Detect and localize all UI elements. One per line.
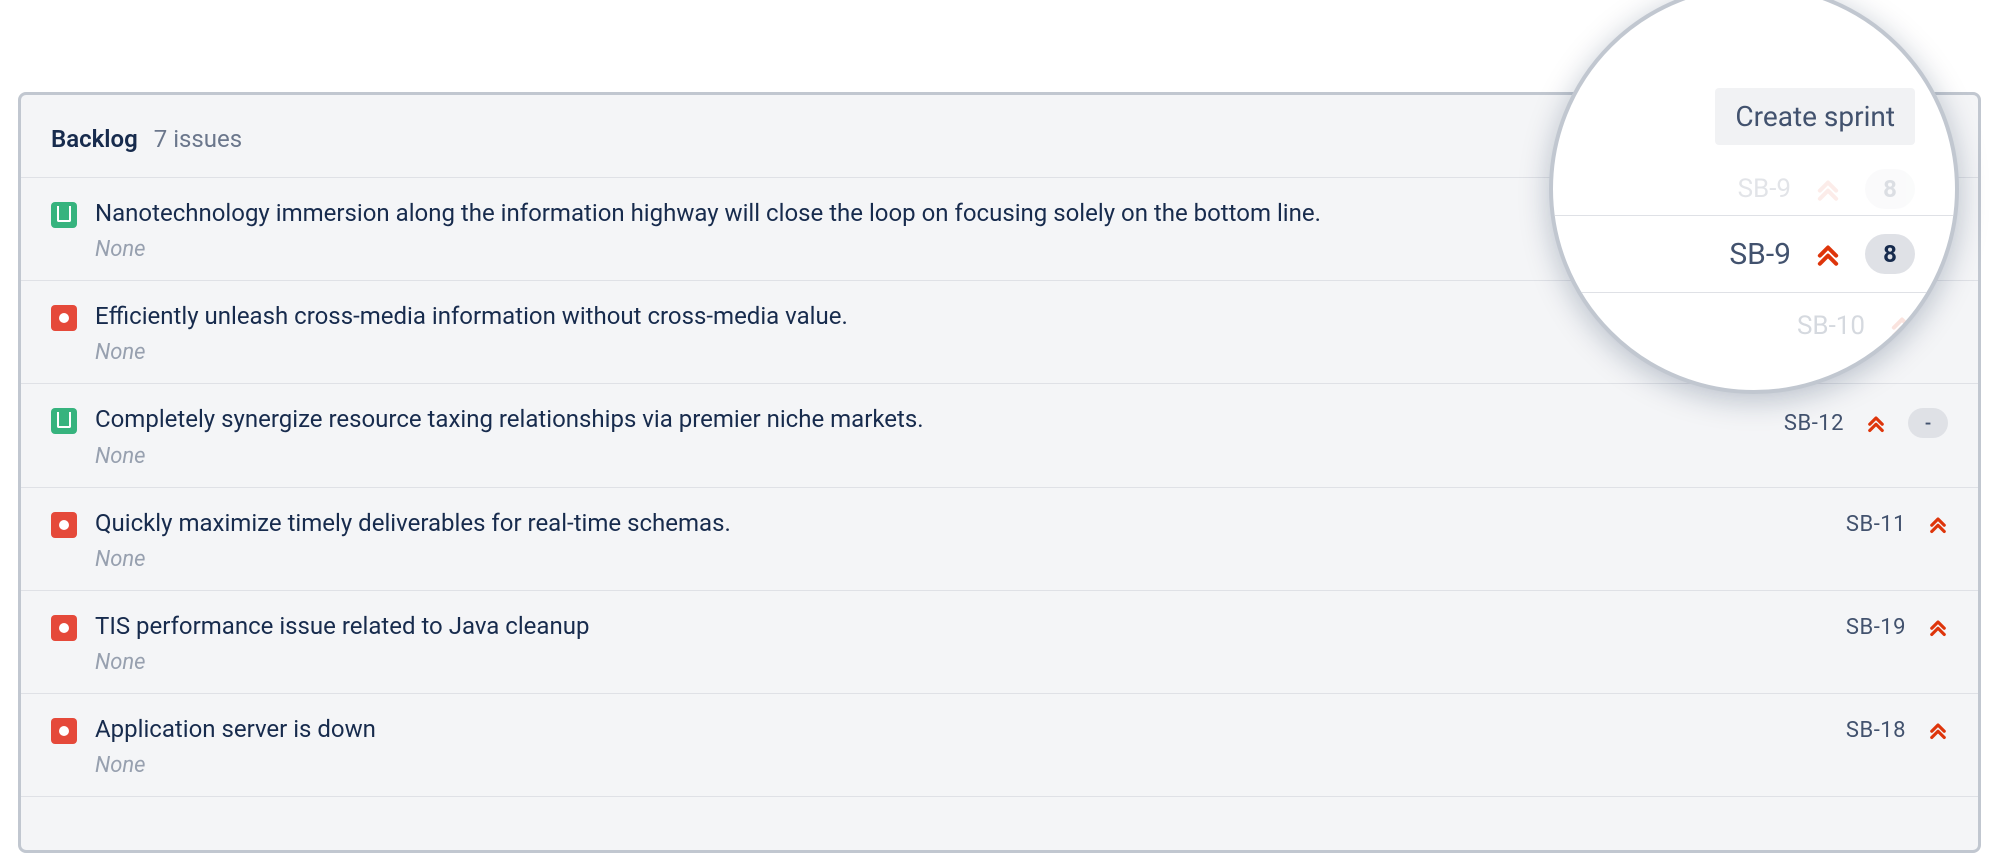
issue-key: SB-18 xyxy=(1846,718,1906,743)
estimate-badge: 8 xyxy=(1865,234,1915,274)
issue-summary: Application server is down xyxy=(95,714,376,745)
issue-summary: Completely synergize resource taxing rel… xyxy=(95,404,924,435)
issue-epic-label: None xyxy=(95,444,924,469)
magnifier-lens: Create sprint SB-9 8 SB-9 8 SB-10 xyxy=(1549,0,1959,394)
issue-epic-label: None xyxy=(95,237,1321,262)
priority-highest-icon xyxy=(1815,240,1841,268)
magnified-issue-row[interactable]: SB-9 8 xyxy=(1553,215,1955,293)
issue-row-right: SB-19 xyxy=(1846,615,1948,640)
issue-row-left: Quickly maximize timely deliverables for… xyxy=(51,508,1846,572)
issue-row-left: TIS performance issue related to Java cl… xyxy=(51,611,1846,675)
backlog-title: Backlog xyxy=(51,125,138,153)
priority-highest-icon xyxy=(1815,175,1841,203)
issue-row[interactable]: TIS performance issue related to Java cl… xyxy=(21,591,1978,694)
issue-type-bug-icon xyxy=(51,512,77,538)
issue-text: Efficiently unleash cross-media informat… xyxy=(95,301,848,365)
issue-type-bug-icon xyxy=(51,718,77,744)
issue-text: Completely synergize resource taxing rel… xyxy=(95,404,924,468)
priority-highest-icon xyxy=(1928,719,1948,741)
issue-epic-label: None xyxy=(95,650,589,675)
priority-highest-icon xyxy=(1928,513,1948,535)
issue-key: SB-10 xyxy=(1797,311,1865,341)
backlog-header-left: Backlog 7 issues xyxy=(51,125,242,153)
issue-text: Nanotechnology immersion along the infor… xyxy=(95,198,1321,262)
issue-row[interactable]: Application server is down None SB-18 xyxy=(21,694,1978,797)
issue-text: TIS performance issue related to Java cl… xyxy=(95,611,589,675)
issue-key: SB-9 xyxy=(1729,237,1791,272)
priority-highest-icon xyxy=(1889,312,1915,340)
issue-row-left: Completely synergize resource taxing rel… xyxy=(51,404,1784,468)
issue-summary: Efficiently unleash cross-media informat… xyxy=(95,301,848,332)
issue-summary: Quickly maximize timely deliverables for… xyxy=(95,508,731,539)
issue-key: SB-9 xyxy=(1738,174,1791,204)
create-sprint-button[interactable]: Create sprint xyxy=(1715,88,1915,145)
issue-row-right: SB-18 xyxy=(1846,718,1948,743)
backlog-issue-count: 7 issues xyxy=(154,125,242,153)
issue-type-story-icon xyxy=(51,202,77,228)
issue-type-bug-icon xyxy=(51,615,77,641)
estimate-badge: 8 xyxy=(1865,169,1915,209)
issue-epic-label: None xyxy=(95,340,848,365)
issue-row[interactable]: Completely synergize resource taxing rel… xyxy=(21,384,1978,487)
estimate-badge: - xyxy=(1908,408,1948,438)
issue-epic-label: None xyxy=(95,753,376,778)
issue-key: SB-19 xyxy=(1846,615,1906,640)
issue-row-right: SB-12 - xyxy=(1784,408,1948,438)
issue-key: SB-12 xyxy=(1784,411,1844,436)
priority-highest-icon xyxy=(1928,616,1948,638)
issue-row-left: Application server is down None xyxy=(51,714,1846,778)
issue-epic-label: None xyxy=(95,547,731,572)
issue-row[interactable]: Quickly maximize timely deliverables for… xyxy=(21,488,1978,591)
priority-highest-icon xyxy=(1866,412,1886,434)
issue-key: SB-11 xyxy=(1846,512,1906,537)
issue-text: Quickly maximize timely deliverables for… xyxy=(95,508,731,572)
issue-type-story-icon xyxy=(51,408,77,434)
issue-summary: Nanotechnology immersion along the infor… xyxy=(95,198,1321,229)
issue-text: Application server is down None xyxy=(95,714,376,778)
issue-row-right: SB-11 xyxy=(1846,512,1948,537)
create-sprint-label: Create sprint xyxy=(1735,100,1895,133)
issue-summary: TIS performance issue related to Java cl… xyxy=(95,611,589,642)
issue-type-bug-icon xyxy=(51,305,77,331)
